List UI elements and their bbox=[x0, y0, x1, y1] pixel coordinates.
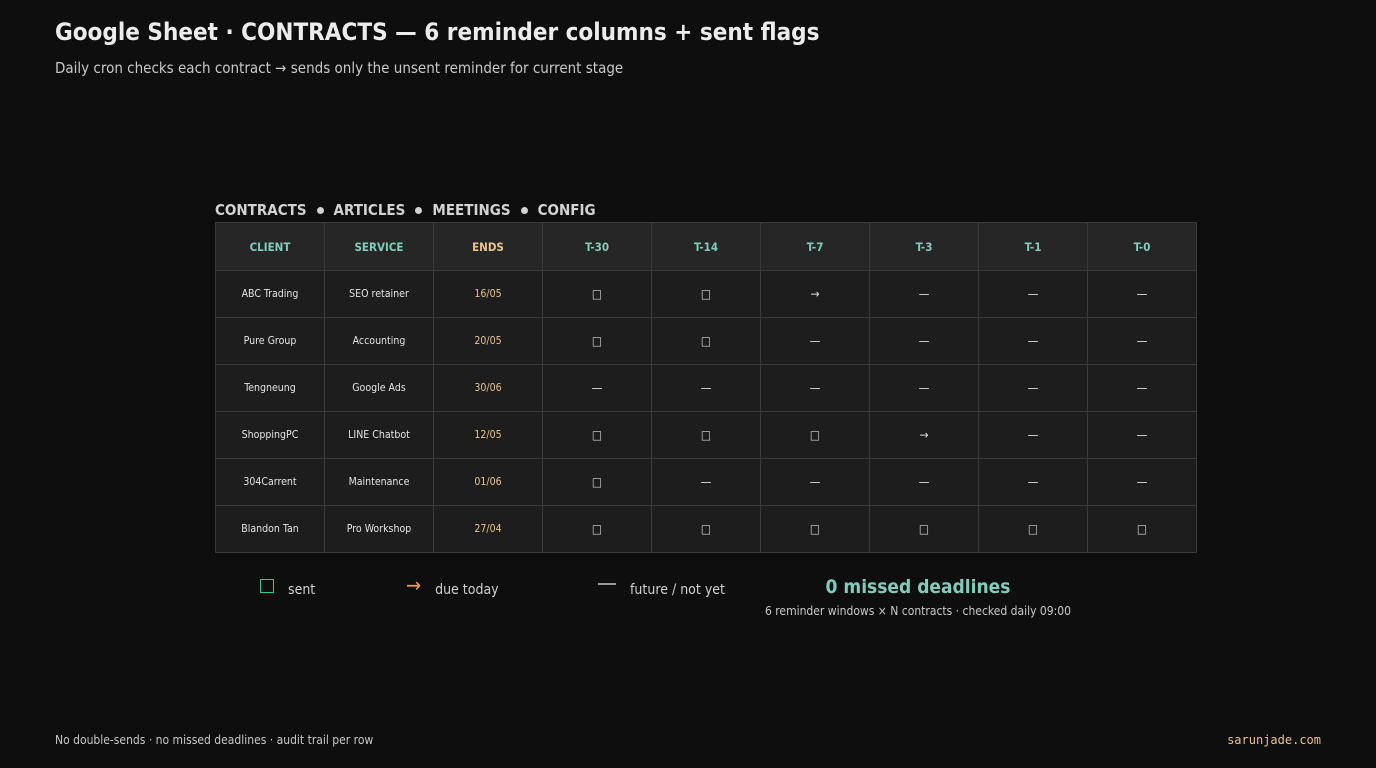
service-cell[interactable]: Pro Workshop bbox=[324, 505, 434, 553]
column-header-t-1: T-1 bbox=[978, 222, 1088, 271]
contracts-table: CLIENT SERVICE ENDS T-30 T-14 T-7 T-3 T-1 T-0 AB… bbox=[215, 222, 1197, 553]
tab-articles[interactable]: ARTICLES bbox=[334, 201, 406, 219]
dash-icon bbox=[598, 583, 616, 585]
table-row: Tengneung Google Ads 30/06— — — — — — bbox=[215, 364, 1197, 412]
service-cell[interactable]: Maintenance bbox=[324, 458, 434, 506]
column-header-client: CLIENT bbox=[215, 222, 325, 271]
not-yet-cell[interactable]: — bbox=[651, 458, 761, 506]
table-header-row: CLIENT SERVICE ENDS T-30 T-14 T-7 T-3 T-1 T-0 bbox=[215, 222, 1197, 271]
not-yet-cell[interactable]: — bbox=[978, 364, 1088, 412]
service-cell[interactable]: Accounting bbox=[324, 317, 434, 365]
footer-note: No double-sends · no missed deadlines · … bbox=[55, 733, 374, 747]
not-yet-cell[interactable]: — bbox=[1087, 458, 1197, 506]
column-header-t-7: T-7 bbox=[760, 222, 870, 271]
table-row: Pure Group Accounting 20/05 □ □ — — — — bbox=[215, 317, 1197, 365]
column-header-t-14: T-14 bbox=[651, 222, 761, 271]
not-yet-cell[interactable]: — bbox=[1087, 270, 1197, 318]
legend-sent-label: sent bbox=[288, 582, 316, 598]
tab-meetings[interactable]: MEETINGS bbox=[432, 201, 510, 219]
not-yet-cell[interactable]: — bbox=[869, 317, 979, 365]
sent-flag-cell[interactable]: □ bbox=[542, 317, 652, 365]
not-yet-cell[interactable]: — bbox=[760, 364, 870, 412]
table-row: ABC Trading SEO retainer 16/05 □ □ → — — — bbox=[215, 270, 1197, 318]
legend-future: future / not yet bbox=[598, 572, 725, 598]
legend-future-label: future / not yet bbox=[630, 582, 725, 598]
not-yet-cell[interactable]: — bbox=[978, 458, 1088, 506]
not-yet-cell[interactable]: — bbox=[1087, 411, 1197, 459]
ends-date-cell[interactable]: 16/05 bbox=[433, 270, 543, 318]
sent-box-icon bbox=[260, 579, 274, 593]
ends-date-cell[interactable]: 27/04 bbox=[433, 505, 543, 553]
missed-deadlines-headline: 0 missed deadlines bbox=[825, 576, 1011, 598]
tab-config[interactable]: CONFIG bbox=[538, 201, 596, 219]
arrow-right-icon: → bbox=[406, 573, 422, 597]
column-header-service: SERVICE bbox=[324, 222, 434, 271]
ends-date-cell[interactable]: 20/05 bbox=[433, 317, 543, 365]
not-yet-cell[interactable]: — bbox=[869, 270, 979, 318]
table-row: 304Carrent Maintenance 01/06 □ — — — — — bbox=[215, 458, 1197, 506]
due-today-cell[interactable]: → bbox=[869, 411, 979, 459]
not-yet-cell[interactable]: — bbox=[760, 458, 870, 506]
legend-sent: sent bbox=[260, 572, 315, 598]
sent-flag-cell[interactable]: □ bbox=[978, 505, 1088, 553]
service-cell[interactable]: LINE Chatbot bbox=[324, 411, 434, 459]
sent-flag-cell[interactable]: □ bbox=[542, 505, 652, 553]
sent-flag-cell[interactable]: □ bbox=[542, 270, 652, 318]
legend-due: → due today bbox=[406, 572, 499, 598]
not-yet-cell[interactable]: — bbox=[542, 364, 652, 412]
not-yet-cell[interactable]: — bbox=[1087, 364, 1197, 412]
not-yet-cell[interactable]: — bbox=[978, 411, 1088, 459]
sent-flag-cell[interactable]: □ bbox=[542, 458, 652, 506]
not-yet-cell[interactable]: — bbox=[869, 364, 979, 412]
tab-separator-dot bbox=[415, 206, 423, 214]
not-yet-cell[interactable]: — bbox=[978, 317, 1088, 365]
not-yet-cell[interactable]: — bbox=[869, 458, 979, 506]
sent-flag-cell[interactable]: □ bbox=[651, 505, 761, 553]
table-row: ShoppingPC LINE Chatbot 12/05 □ □ □ → — — bbox=[215, 411, 1197, 459]
client-cell[interactable]: ABC Trading bbox=[215, 270, 325, 318]
missed-deadlines-detail: 6 reminder windows × N contracts · check… bbox=[764, 604, 1072, 618]
client-cell[interactable]: 304Carrent bbox=[215, 458, 325, 506]
ends-date-cell[interactable]: 01/06 bbox=[433, 458, 543, 506]
page-title: Google Sheet · CONTRACTS — 6 reminder co… bbox=[55, 18, 820, 46]
legend-due-label: due today bbox=[435, 582, 499, 598]
sent-flag-cell[interactable]: □ bbox=[651, 317, 761, 365]
footer-site-link[interactable]: sarunjade.com bbox=[1227, 733, 1321, 747]
sent-flag-cell[interactable]: □ bbox=[651, 411, 761, 459]
client-cell[interactable]: Blandon Tan bbox=[215, 505, 325, 553]
sent-flag-cell[interactable]: □ bbox=[760, 505, 870, 553]
ends-date-cell[interactable]: 30/06 bbox=[433, 364, 543, 412]
ends-date-cell[interactable]: 12/05 bbox=[433, 411, 543, 459]
page-subtitle: Daily cron checks each contract → sends … bbox=[55, 59, 624, 77]
not-yet-cell[interactable]: — bbox=[1087, 317, 1197, 365]
column-header-ends: ENDS bbox=[433, 222, 543, 271]
sent-flag-cell[interactable]: □ bbox=[542, 411, 652, 459]
table-body: ABC Trading SEO retainer 16/05 □ □ → — — — Pure G… bbox=[215, 270, 1197, 553]
client-cell[interactable]: ShoppingPC bbox=[215, 411, 325, 459]
service-cell[interactable]: SEO retainer bbox=[324, 270, 434, 318]
not-yet-cell[interactable]: — bbox=[978, 270, 1088, 318]
client-cell[interactable]: Tengneung bbox=[215, 364, 325, 412]
tab-separator-dot bbox=[520, 206, 528, 214]
sent-flag-cell[interactable]: □ bbox=[1087, 505, 1197, 553]
not-yet-cell[interactable]: — bbox=[760, 317, 870, 365]
tab-separator-dot bbox=[316, 206, 324, 214]
table-row: Blandon Tan Pro Workshop 27/04 □ □ □ □ □ □ bbox=[215, 505, 1197, 553]
column-header-t-0: T-0 bbox=[1087, 222, 1197, 271]
tab-contracts[interactable]: CONTRACTS bbox=[215, 201, 307, 219]
service-cell[interactable]: Google Ads bbox=[324, 364, 434, 412]
client-cell[interactable]: Pure Group bbox=[215, 317, 325, 365]
sheet-tabs: CONTRACTS ARTICLES MEETINGS CONFIG bbox=[215, 201, 596, 219]
sent-flag-cell[interactable]: □ bbox=[760, 411, 870, 459]
column-header-t-3: T-3 bbox=[869, 222, 979, 271]
column-header-t-30: T-30 bbox=[542, 222, 652, 271]
not-yet-cell[interactable]: — bbox=[651, 364, 761, 412]
sent-flag-cell[interactable]: □ bbox=[869, 505, 979, 553]
due-today-cell[interactable]: → bbox=[760, 270, 870, 318]
sent-flag-cell[interactable]: □ bbox=[651, 270, 761, 318]
